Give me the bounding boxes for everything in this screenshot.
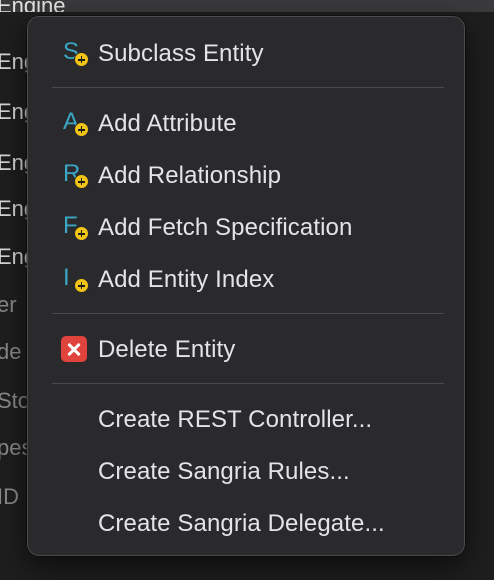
context-menu: S Subclass Entity A Add Attribute R Add … xyxy=(27,16,465,556)
menu-item-label: Subclass Entity xyxy=(98,40,264,67)
plus-badge-icon xyxy=(74,174,89,189)
menu-item-add-fetch-specification[interactable]: F Add Fetch Specification xyxy=(28,206,464,250)
delete-icon xyxy=(61,335,91,365)
subclass-entity-icon: S xyxy=(61,38,91,69)
screen: EngineEvent Eng Eng Eng Eng Eng er de St… xyxy=(0,0,494,580)
menu-item-label: Delete Entity xyxy=(98,336,236,363)
menu-item-create-sangria-delegate[interactable]: Create Sangria Delegate... xyxy=(28,502,464,546)
plus-badge-icon xyxy=(74,52,89,67)
add-attribute-icon: A xyxy=(61,108,91,139)
menu-item-label: Create Sangria Rules... xyxy=(98,458,350,485)
menu-separator xyxy=(52,383,444,384)
menu-item-delete-entity[interactable]: Delete Entity xyxy=(28,328,464,372)
plus-badge-icon xyxy=(74,122,89,137)
plus-badge-icon xyxy=(74,278,89,293)
menu-separator xyxy=(52,313,444,314)
menu-item-subclass-entity[interactable]: S Subclass Entity xyxy=(28,32,464,76)
menu-item-label: Add Fetch Specification xyxy=(98,214,353,241)
menu-item-add-attribute[interactable]: A Add Attribute xyxy=(28,102,464,146)
add-fetch-specification-icon: F xyxy=(61,212,91,243)
menu-item-add-entity-index[interactable]: I Add Entity Index xyxy=(28,258,464,302)
entity-list-item-selected[interactable]: EngineEvent xyxy=(0,0,67,12)
menu-item-label: Add Attribute xyxy=(98,110,237,137)
menu-item-label: Add Entity Index xyxy=(98,266,275,293)
menu-separator xyxy=(52,87,444,88)
add-relationship-icon: R xyxy=(61,160,91,191)
menu-item-create-rest-controller[interactable]: Create REST Controller... xyxy=(28,398,464,442)
menu-item-label: Add Relationship xyxy=(98,162,282,189)
menu-item-add-relationship[interactable]: R Add Relationship xyxy=(28,154,464,198)
selected-row-highlight xyxy=(0,0,494,12)
menu-item-label: Create REST Controller... xyxy=(98,406,373,433)
menu-item-label: Create Sangria Delegate... xyxy=(98,510,385,537)
plus-badge-icon xyxy=(74,226,89,241)
menu-item-create-sangria-rules[interactable]: Create Sangria Rules... xyxy=(28,450,464,494)
add-entity-index-icon: I xyxy=(61,264,91,295)
